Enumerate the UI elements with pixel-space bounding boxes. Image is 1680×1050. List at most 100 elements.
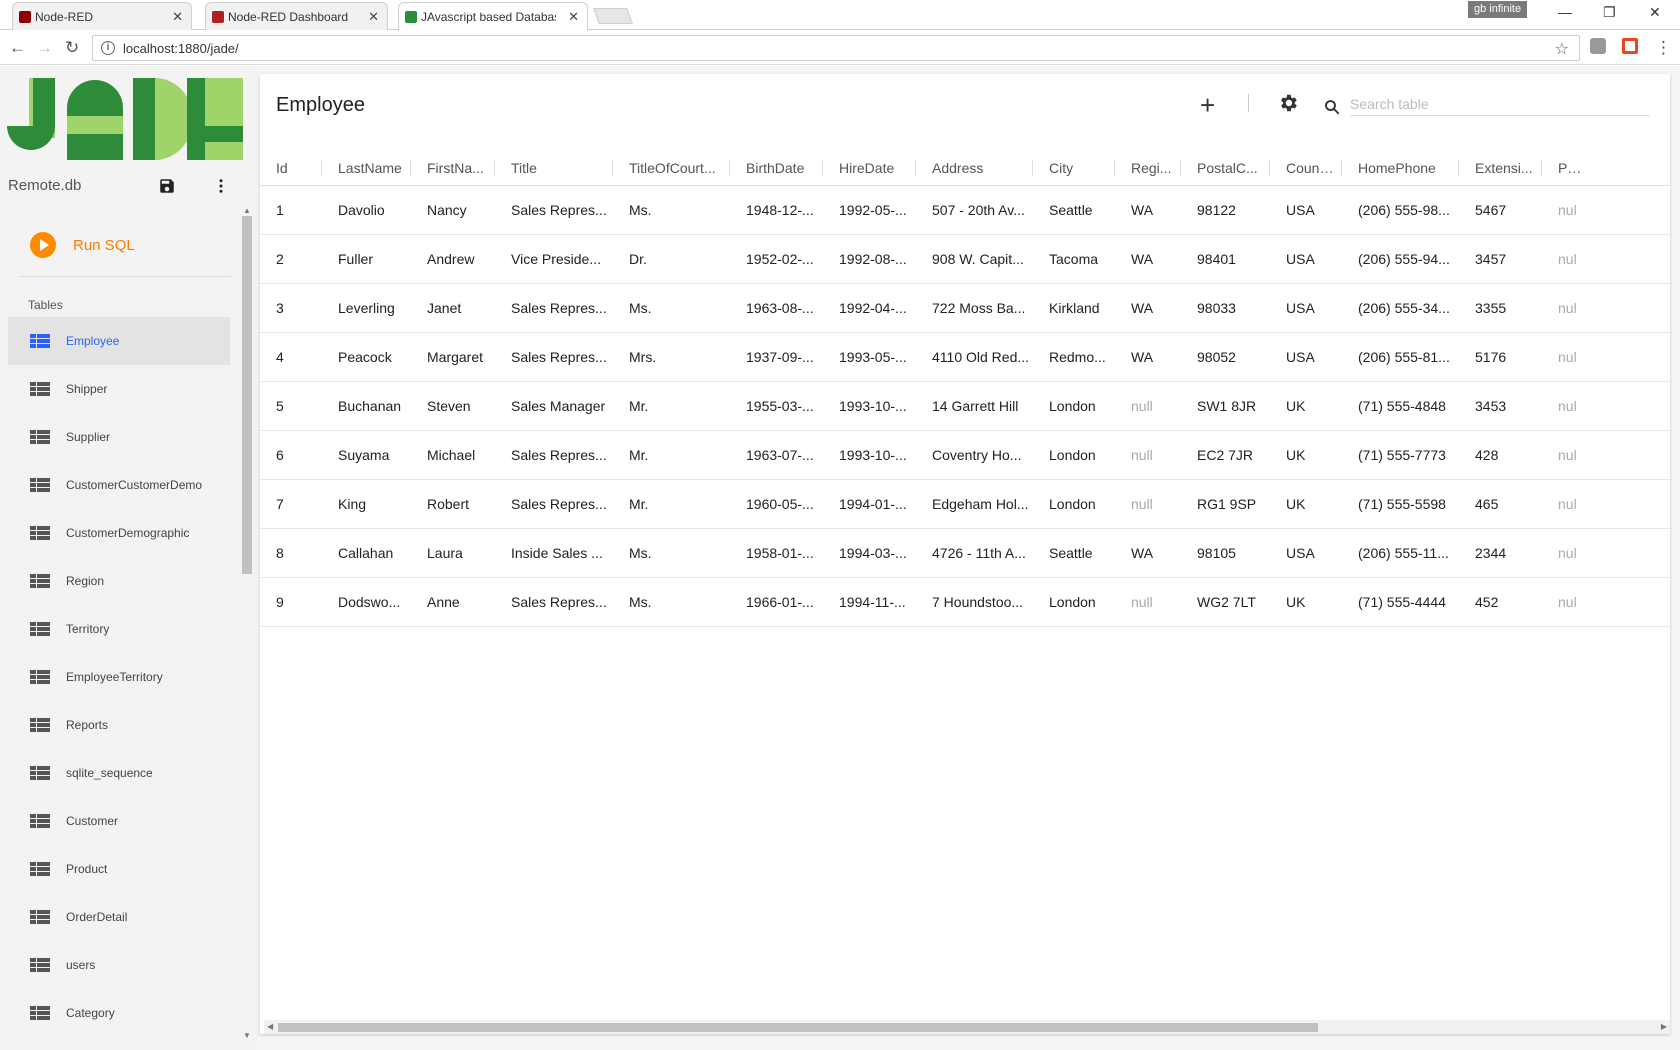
table-cell[interactable]: London xyxy=(1033,496,1115,512)
table-cell[interactable]: 507 - 20th Av... xyxy=(916,202,1033,218)
table-cell[interactable]: RG1 9SP xyxy=(1181,496,1270,512)
table-cell[interactable]: Sales Manager xyxy=(495,398,613,414)
table-cell[interactable]: 1994-01-... xyxy=(823,496,916,512)
table-cell[interactable]: (206) 555-98... xyxy=(1342,202,1459,218)
table-cell[interactable]: 428 xyxy=(1459,447,1542,463)
column-header[interactable]: TitleOfCourt... xyxy=(613,159,730,176)
table-cell[interactable]: UK xyxy=(1270,398,1342,414)
table-cell[interactable]: (71) 555-4444 xyxy=(1342,594,1459,610)
sidebar-item-employeeterritory[interactable]: EmployeeTerritory xyxy=(8,653,230,701)
close-icon[interactable]: ✕ xyxy=(172,9,183,25)
table-cell[interactable]: 1994-11-... xyxy=(823,594,916,610)
table-cell[interactable]: 1952-02-... xyxy=(730,251,823,267)
column-header[interactable]: Id xyxy=(260,159,322,176)
table-cell[interactable]: 2344 xyxy=(1459,545,1542,561)
table-cell[interactable]: Michael xyxy=(411,447,495,463)
table-row[interactable]: 7 King Robert Sales Repres... Mr. 1960-05-...… xyxy=(260,480,1670,529)
table-cell[interactable]: UK xyxy=(1270,496,1342,512)
table-cell[interactable]: 3 xyxy=(260,300,322,316)
table-cell[interactable]: Kirkland xyxy=(1033,300,1115,316)
scrollbar-thumb[interactable] xyxy=(278,1023,1318,1032)
close-icon[interactable]: ✕ xyxy=(568,9,579,25)
sidebar-scrollbar[interactable]: ▲ ▼ xyxy=(241,206,253,1040)
table-cell[interactable]: (206) 555-34... xyxy=(1342,300,1459,316)
column-header[interactable]: Regi... xyxy=(1115,159,1181,176)
table-cell[interactable]: 14 Garrett Hill xyxy=(916,398,1033,414)
sidebar-item-customerdemographic[interactable]: CustomerDemographic xyxy=(8,509,230,557)
table-cell[interactable]: nul xyxy=(1542,300,1587,316)
column-header[interactable]: PostalC... xyxy=(1181,159,1270,176)
table-cell[interactable]: Leverling xyxy=(322,300,411,316)
table-cell[interactable]: 1992-08-... xyxy=(823,251,916,267)
table-cell[interactable]: 5 xyxy=(260,398,322,414)
new-tab-button[interactable] xyxy=(593,8,633,24)
table-cell[interactable]: 1993-10-... xyxy=(823,398,916,414)
table-cell[interactable]: Mr. xyxy=(613,447,730,463)
table-cell[interactable]: (206) 555-11... xyxy=(1342,545,1459,561)
column-header[interactable]: City xyxy=(1033,159,1115,176)
table-cell[interactable]: 465 xyxy=(1459,496,1542,512)
column-header[interactable]: Address xyxy=(916,159,1033,176)
sidebar-item-shipper[interactable]: Shipper xyxy=(8,365,230,413)
table-cell[interactable]: USA xyxy=(1270,545,1342,561)
table-cell[interactable]: Tacoma xyxy=(1033,251,1115,267)
table-cell[interactable]: 8 xyxy=(260,545,322,561)
sidebar-item-customercustomerdemo[interactable]: CustomerCustomerDemo xyxy=(8,461,230,509)
back-icon[interactable]: ← xyxy=(9,38,26,58)
table-cell[interactable]: nul xyxy=(1542,447,1587,463)
table-cell[interactable]: Dodswo... xyxy=(322,594,411,610)
column-header[interactable]: Extensi... xyxy=(1459,159,1542,176)
table-row[interactable]: 8 Callahan Laura Inside Sales ... Ms. 1958-01… xyxy=(260,529,1670,578)
table-cell[interactable]: 7 xyxy=(260,496,322,512)
table-cell[interactable]: 98122 xyxy=(1181,202,1270,218)
tab-node-red[interactable]: Node-RED ✕ xyxy=(12,2,192,30)
table-cell[interactable]: null xyxy=(1115,594,1181,610)
table-cell[interactable]: (206) 555-81... xyxy=(1342,349,1459,365)
table-cell[interactable]: nul xyxy=(1542,202,1587,218)
table-cell[interactable]: 5176 xyxy=(1459,349,1542,365)
table-cell[interactable]: nul xyxy=(1542,496,1587,512)
table-cell[interactable]: Steven xyxy=(411,398,495,414)
tab-jade[interactable]: JAvascript based Databas ✕ xyxy=(398,2,588,31)
table-cell[interactable]: Sales Repres... xyxy=(495,447,613,463)
scrollbar-thumb[interactable] xyxy=(242,216,252,574)
column-header[interactable]: LastName xyxy=(322,159,411,176)
close-icon[interactable]: ✕ xyxy=(368,9,379,25)
column-header[interactable]: Pho xyxy=(1542,160,1587,176)
table-cell[interactable]: 4726 - 11th A... xyxy=(916,545,1033,561)
table-cell[interactable]: 3453 xyxy=(1459,398,1542,414)
table-cell[interactable]: WA xyxy=(1115,251,1181,267)
scroll-up-icon[interactable]: ▲ xyxy=(243,206,251,215)
scroll-left-icon[interactable]: ◀ xyxy=(267,1022,273,1031)
table-cell[interactable]: Sales Repres... xyxy=(495,349,613,365)
table-cell[interactable]: 4 xyxy=(260,349,322,365)
office-extension-icon[interactable] xyxy=(1622,38,1638,54)
table-cell[interactable]: 1958-01-... xyxy=(730,545,823,561)
sidebar-item-customer[interactable]: Customer xyxy=(8,797,230,845)
table-cell[interactable]: London xyxy=(1033,398,1115,414)
table-cell[interactable]: 98033 xyxy=(1181,300,1270,316)
table-cell[interactable]: (71) 555-7773 xyxy=(1342,447,1459,463)
table-cell[interactable]: 3355 xyxy=(1459,300,1542,316)
table-cell[interactable]: 722 Moss Ba... xyxy=(916,300,1033,316)
bookmark-star-icon[interactable]: ☆ xyxy=(1555,39,1569,59)
table-cell[interactable]: 1993-10-... xyxy=(823,447,916,463)
table-cell[interactable]: nul xyxy=(1542,349,1587,365)
table-cell[interactable]: Sales Repres... xyxy=(495,202,613,218)
forward-icon[interactable]: → xyxy=(36,38,53,58)
column-header[interactable]: Title xyxy=(495,159,613,176)
table-cell[interactable]: Mr. xyxy=(613,398,730,414)
table-cell[interactable]: 2 xyxy=(260,251,322,267)
table-cell[interactable]: Ms. xyxy=(613,300,730,316)
table-cell[interactable]: Callahan xyxy=(322,545,411,561)
table-cell[interactable]: Mr. xyxy=(613,496,730,512)
table-cell[interactable]: 1 xyxy=(260,202,322,218)
table-cell[interactable]: WA xyxy=(1115,300,1181,316)
tab-node-red-dashboard[interactable]: Node-RED Dashboard ✕ xyxy=(205,2,388,30)
table-cell[interactable]: nul xyxy=(1542,545,1587,561)
table-cell[interactable]: London xyxy=(1033,594,1115,610)
table-cell[interactable]: WG2 7LT xyxy=(1181,594,1270,610)
table-cell[interactable]: 5467 xyxy=(1459,202,1542,218)
table-cell[interactable]: 1992-05-... xyxy=(823,202,916,218)
table-cell[interactable]: WA xyxy=(1115,202,1181,218)
